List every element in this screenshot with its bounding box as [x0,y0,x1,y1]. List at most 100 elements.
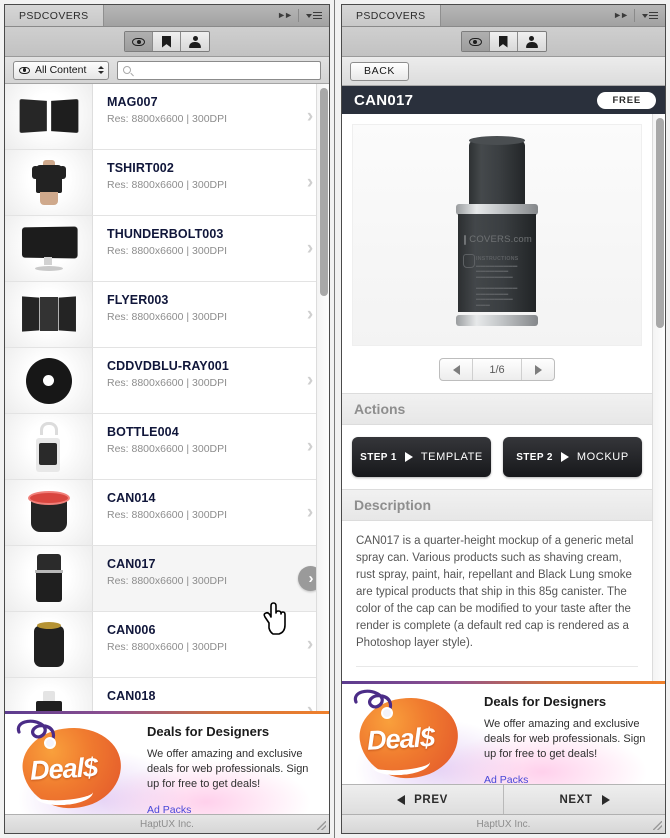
ad-body: Deal$ Deals for Designers We offer amazi… [342,684,665,784]
tab-divider [634,9,635,22]
step2-action: MOCKUP [576,451,629,463]
search-icon [123,66,131,74]
monitor-thumb-icon [19,226,79,271]
item-thumbnail [5,348,93,413]
ad-logo: Deal$ [5,714,143,814]
list-scrollbar-thumb[interactable] [320,88,328,296]
ad-packs-link[interactable]: Ad Packs [484,774,653,784]
tag-hole [381,707,393,719]
resize-grip-icon[interactable] [317,821,326,830]
panel-menu-icon[interactable] [306,11,322,20]
list-item[interactable]: CAN014 Res: 8800x6600 | 300DPI › [5,480,329,546]
view-account-button[interactable] [517,32,546,51]
detail-scrollbar-thumb[interactable] [656,118,664,328]
list-item[interactable]: CDDVDBLU-RAY001 Res: 8800x6600 | 300DPI … [5,348,329,414]
list-item[interactable]: TSHIRT002 Res: 8800x6600 | 300DPI › [5,150,329,216]
application-window: PSDCOVERS ►► All Content MAG007 Res: 880… [0,0,670,838]
spray-can-illustration: COVERS.com INSTRUCTIONS ▬▬▬▬▬▬▬▬▬ ▬▬▬▬▬▬▬… [448,136,546,330]
view-bookmarks-button[interactable] [489,32,518,51]
tag-hole [44,737,56,749]
item-thumbnail [5,282,93,347]
pager-prev-button[interactable] [440,359,473,380]
collapse-double-arrow-icon[interactable]: ►► [277,11,293,20]
filter-bar: All Content [5,57,329,84]
caret-down-icon [306,13,312,18]
step2-mockup-button[interactable]: STEP 2 MOCKUP [503,437,642,477]
back-bar: BACK [342,57,665,86]
content-list[interactable]: MAG007 Res: 8800x6600 | 300DPI › TSHIRT0… [5,84,329,711]
chevron-right-icon: › [306,634,314,655]
step1-label: STEP 1 [360,451,397,463]
next-label: NEXT [559,793,593,806]
view-account-button[interactable] [181,32,209,51]
detail-title: CAN017 [354,91,414,109]
product-preview-image[interactable]: COVERS.com INSTRUCTIONS ▬▬▬▬▬▬▬▬▬ ▬▬▬▬▬▬▬… [352,124,642,346]
step1-template-button[interactable]: STEP 1 TEMPLATE [352,437,491,477]
item-title: MAG007 [107,95,158,109]
view-mode-toolbar [5,27,329,57]
item-title: CAN018 [107,689,156,703]
list-item[interactable]: MAG007 Res: 8800x6600 | 300DPI › [5,84,329,150]
search-field-wrapper[interactable] [117,60,321,80]
item-text: FLYER003 Res: 8800x6600 | 300DPI [93,282,291,347]
triangle-right-icon [560,452,569,462]
detail-title-bar: CAN017 FREE [342,86,665,114]
item-meta: Res: 8800x6600 | 300DPI [107,575,228,587]
list-item-selected[interactable]: CAN017 Res: 8800x6600 | 300DPI › [5,546,329,612]
item-thumbnail [5,546,93,611]
description-divider [356,666,638,667]
list-item[interactable]: THUNDERBOLT003 Res: 8800x6600 | 300DPI › [5,216,329,282]
pager-next-button[interactable] [521,359,554,380]
prev-button[interactable]: PREV [342,785,504,814]
back-button[interactable]: BACK [350,61,409,81]
list-scrollbar[interactable] [316,84,329,711]
collapse-double-arrow-icon[interactable]: ►► [613,11,629,20]
menu-lines-icon [313,11,322,20]
detail-content: COVERS.com INSTRUCTIONS ▬▬▬▬▬▬▬▬▬ ▬▬▬▬▬▬▬… [342,114,652,681]
advertisement-banner[interactable]: Deal$ Deals for Designers We offer amazi… [342,681,665,784]
tab-label: PSDCOVERS [19,9,89,22]
panel-tab-bar: PSDCOVERS ►► [342,5,665,27]
list-item[interactable]: BOTTLE004 Res: 8800x6600 | 300DPI › [5,414,329,480]
image-pager: 1/6 [342,358,652,381]
view-all-button[interactable] [461,32,490,51]
advertisement-banner[interactable]: Deal$ Deals for Designers We offer amazi… [5,711,329,814]
item-title: BOTTLE004 [107,425,179,439]
list-item[interactable]: CAN018 › [5,678,329,711]
view-bookmarks-button[interactable] [153,32,181,51]
tab-bar-spacer [441,5,614,26]
item-meta: Res: 8800x6600 | 300DPI [107,311,228,323]
panel-menu-icon[interactable] [642,11,658,20]
tag-string-icon [353,689,393,714]
ad-packs-link[interactable]: Ad Packs [147,804,317,814]
detail-panel: PSDCOVERS ►► BACK CAN017 FREE COVERS.com… [335,0,670,838]
actions-body: STEP 1 TEMPLATE STEP 2 MOCKUP [342,425,652,489]
can17-thumb-icon [34,553,63,604]
item-meta: Res: 8800x6600 | 300DPI [107,443,228,455]
tab-psdcovers[interactable]: PSDCOVERS [5,5,104,26]
view-all-button[interactable] [125,32,153,51]
content-filter-dropdown[interactable]: All Content [13,60,109,80]
ad-logo: Deal$ [342,684,480,784]
view-mode-segmented-control [124,31,210,52]
item-title: CAN017 [107,557,156,571]
item-title: CDDVDBLU-RAY001 [107,359,229,373]
item-title: CAN006 [107,623,156,637]
list-item[interactable]: CAN006 Res: 8800x6600 | 300DPI › [5,612,329,678]
list-item[interactable]: FLYER003 Res: 8800x6600 | 300DPI › [5,282,329,348]
stepper-arrows-icon [95,66,104,74]
spraybottle-thumb-icon [32,421,66,472]
chevron-right-icon: › [306,502,314,523]
search-input[interactable] [136,64,315,76]
content-filter-value: All Content [35,64,87,76]
item-title: TSHIRT002 [107,161,174,175]
view-mode-segmented-control [460,31,547,52]
next-button[interactable]: NEXT [504,785,665,814]
tab-psdcovers[interactable]: PSDCOVERS [342,5,441,26]
panel-tab-bar: PSDCOVERS ►► [5,5,329,27]
item-meta: Res: 8800x6600 | 300DPI [107,245,228,257]
detail-scrollbar[interactable] [652,114,665,681]
resize-grip-icon[interactable] [653,821,662,830]
item-text: MAG007 Res: 8800x6600 | 300DPI [93,84,291,149]
ad-title: Deals for Designers [147,724,270,739]
